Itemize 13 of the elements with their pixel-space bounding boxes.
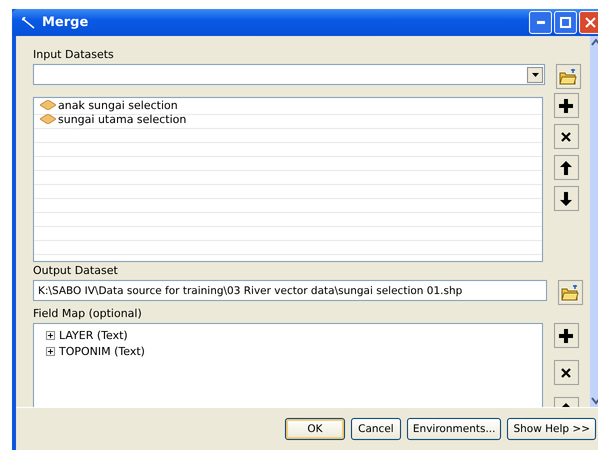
output-dataset-field[interactable]: K:\SABO IV\Data source for training\03 River vector data\sungai selection 01.shp xyxy=(33,280,547,301)
input-datasets-label: Input Datasets xyxy=(33,48,115,62)
environments-button[interactable]: Environments... xyxy=(406,418,502,440)
field-item[interactable]: LAYER (Text) xyxy=(59,328,128,342)
field-item[interactable]: TOPONIM (Text) xyxy=(59,344,145,358)
field-map-label: Field Map (optional) xyxy=(33,307,143,321)
window-title: Merge xyxy=(42,15,88,30)
output-dataset-label: Output Dataset xyxy=(33,264,119,278)
dataset-item[interactable]: anak sungai selection xyxy=(58,98,178,112)
dataset-item[interactable]: sungai utama selection xyxy=(58,112,186,126)
show-help-button[interactable]: Show Help >> xyxy=(507,418,596,440)
cancel-button[interactable]: Cancel xyxy=(350,418,401,440)
ok-button[interactable]: OK xyxy=(284,418,345,440)
